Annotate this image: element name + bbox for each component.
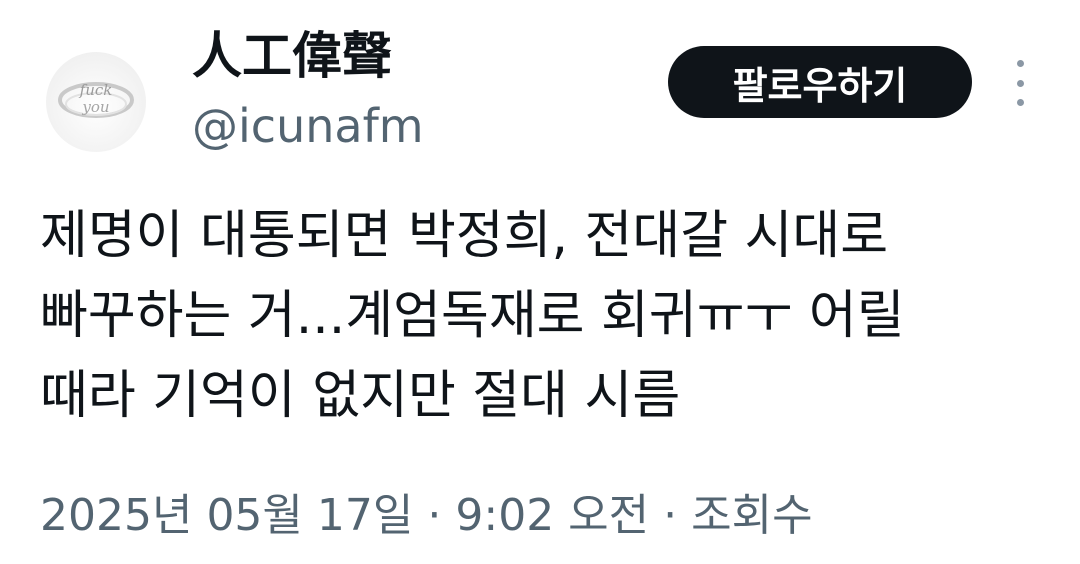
more-options-button[interactable]	[1004, 60, 1036, 106]
display-name[interactable]: 人工偉聲	[192, 26, 392, 86]
ring-photo-icon: fuck you	[58, 81, 134, 118]
tweet-card: fuck you 人工偉聲 @icunafm 팔로우하기 제명이 대통되면 박정…	[0, 0, 1080, 564]
avatar[interactable]: fuck you	[46, 52, 146, 152]
meta-separator: ·	[663, 490, 678, 541]
svg-text:fuck: fuck	[79, 81, 113, 99]
svg-text:you: you	[81, 98, 109, 116]
more-vertical-icon	[1016, 60, 1024, 67]
tweet-meta: 2025년 05월 17일 · 9:02 오전 · 조회수	[40, 486, 813, 546]
follow-button[interactable]: 팔로우하기	[668, 46, 972, 118]
more-vertical-icon-dot	[1016, 99, 1024, 106]
tweet-date[interactable]: 2025년 05월 17일	[40, 490, 413, 541]
views-label[interactable]: 조회수	[691, 490, 812, 541]
meta-separator: ·	[427, 490, 442, 541]
user-handle[interactable]: @icunafm	[192, 96, 424, 156]
tweet-time[interactable]: 9:02 오전	[455, 490, 649, 541]
tweet-text: 제명이 대통되면 박정희, 전대갈 시대로 빠꾸하는 거...계엄독재로 회귀ㅠ…	[40, 206, 905, 426]
more-vertical-icon-dot	[1016, 79, 1024, 87]
